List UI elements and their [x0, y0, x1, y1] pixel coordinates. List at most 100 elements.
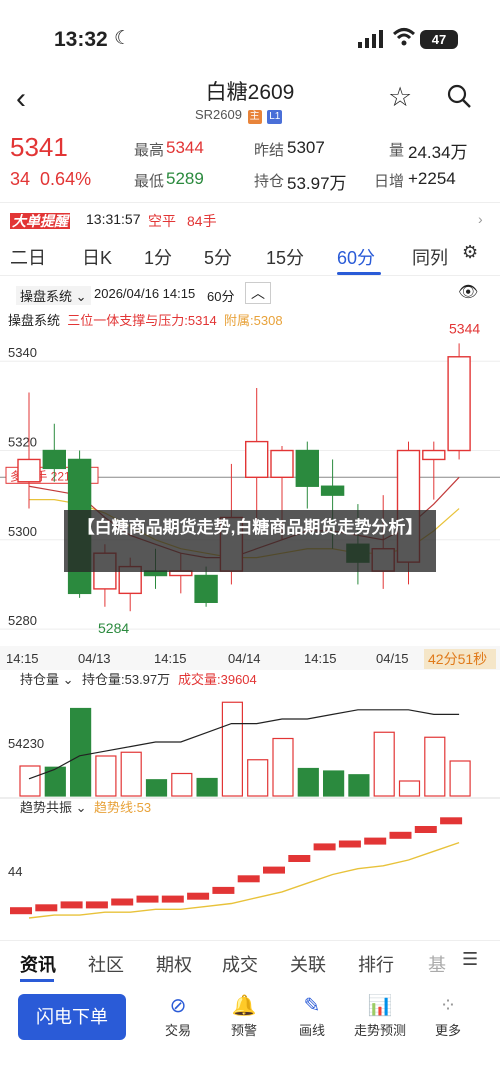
tab-more-partial[interactable]: 基 — [428, 951, 446, 977]
chevron-right-icon: › — [478, 211, 483, 227]
quote-panel: 5341 34 0.64% 最高 5344 最低 5289 昨结 5307 持仓… — [0, 126, 500, 202]
alert-qty: 84手 — [187, 213, 217, 229]
price-axis-label: 5280 — [8, 613, 37, 628]
tab-trades[interactable]: 成交 — [222, 951, 258, 977]
battery-icon: 47 — [420, 30, 458, 49]
volume-bar — [398, 780, 421, 797]
low-label: 最低 — [134, 173, 165, 190]
trade-icon: ⊘ — [169, 995, 187, 1017]
tab-15min[interactable]: 15分 — [266, 244, 304, 270]
menu-icon[interactable]: ☰ — [462, 949, 478, 970]
tab-daily-k[interactable]: 日K — [82, 244, 112, 270]
main-tag: 主 — [247, 110, 262, 124]
volume-bar — [95, 755, 117, 797]
trend-bar — [212, 886, 235, 894]
bottom-toolbar: 闪电下单 ⊘ 交易 🔔 预警 ✎ 画线 📊 走势预测 ⁘ 更多 — [0, 982, 500, 1086]
trend-bar — [187, 892, 210, 900]
volume-bar — [348, 774, 370, 797]
tab-community[interactable]: 社区 — [88, 951, 124, 977]
tab-news[interactable]: 资讯 — [20, 951, 56, 977]
trend-bar — [136, 895, 159, 903]
volume-bar — [196, 777, 218, 797]
big-order-alert[interactable]: 大单提醒 13:31:57 空平 84手 › — [0, 202, 500, 234]
draw-button[interactable]: ✎ 画线 — [282, 992, 342, 1039]
countdown-label: 42分51秒 — [428, 651, 487, 667]
pen-icon: ✎ — [303, 995, 321, 1017]
open-interest-label: 持仓 — [254, 173, 285, 190]
candle-body — [42, 449, 66, 470]
book-icon: 📊 — [367, 995, 393, 1017]
flash-order-button[interactable]: 闪电下单 — [18, 994, 126, 1040]
overlay-banner-text: 【白糖商品期货走势,白糖商品期货走势分析】 — [77, 518, 423, 537]
crosshair-date: 2026/04/16 14:15 — [94, 286, 196, 301]
tab-5min[interactable]: 5分 — [204, 244, 232, 270]
trend-bar — [313, 843, 336, 851]
trend-indicator-name: 趋势共振 ⌄ — [20, 800, 87, 815]
tab-1min[interactable]: 1分 — [144, 244, 172, 270]
contract-title: 白糖2609 — [205, 81, 295, 104]
search-icon[interactable] — [446, 83, 472, 109]
bottom-tabs: 资讯 社区 期权 成交 关联 排行 基 ☰ — [0, 940, 500, 982]
time-axis-label: 14:15 — [304, 651, 337, 666]
trend-bar — [111, 898, 134, 906]
low-price-label: 5284 — [98, 620, 129, 636]
trade-button[interactable]: ⊘ 交易 — [148, 992, 208, 1039]
trend-axis-label: 44 — [8, 864, 22, 879]
volume-bar — [120, 751, 142, 797]
trend-bar — [263, 866, 285, 874]
alert-logo-text: 大单提醒 — [10, 213, 70, 229]
candle-body — [422, 449, 446, 461]
alert-button[interactable]: 🔔 预警 — [214, 992, 274, 1039]
candle-body — [295, 449, 319, 487]
tab-related[interactable]: 关联 — [290, 951, 326, 977]
oi-value-label: 持仓量:53.97万 — [82, 672, 170, 687]
overlay-banner: 【白糖商品期货走势,白糖商品期货走势分析】 — [64, 510, 436, 572]
change-value: 34 — [10, 169, 31, 189]
trend-bar — [85, 901, 108, 909]
kline-chart[interactable]: 5340532053005280多13手 2210元5344528414:15 0… — [0, 300, 500, 940]
eye-icon[interactable]: 👁 — [458, 282, 478, 302]
trend-line-label: 趋势线:53 — [94, 800, 151, 815]
trend-bar — [60, 901, 83, 909]
price-change: 34 0.64% — [10, 169, 91, 190]
tab-same-column[interactable]: 同列 — [412, 244, 448, 270]
more-dots-icon: ⁘ — [439, 995, 457, 1017]
trend-bar — [237, 875, 260, 883]
trend-forecast-button[interactable]: 📊 走势预测 — [350, 992, 410, 1039]
time-axis-label: 04/15 — [376, 651, 409, 666]
tab-two-day[interactable]: 二日 — [10, 244, 46, 270]
tab-options[interactable]: 期权 — [156, 951, 192, 977]
tab-60min[interactable]: 60分 — [337, 244, 375, 270]
volume-bar — [272, 737, 294, 797]
high-price-label: 5344 — [449, 320, 480, 336]
change-percent: 0.64% — [40, 169, 92, 189]
volume-bar — [69, 707, 92, 797]
daily-change-value: +2254 — [408, 169, 456, 188]
volume-bar — [19, 765, 41, 797]
volume-value: 24.34万 — [408, 143, 468, 162]
volume-bar — [449, 760, 471, 797]
time-axis-label: 04/13 — [78, 651, 111, 666]
wifi-icon — [392, 27, 416, 53]
more-label: 更多 — [434, 1023, 461, 1038]
low-value: 5289 — [166, 169, 204, 188]
settings-icon[interactable]: ⚙ — [462, 242, 478, 263]
moon-icon: ☾ — [114, 28, 132, 49]
more-button[interactable]: ⁘ 更多 — [418, 992, 478, 1039]
trend-bar — [440, 817, 463, 825]
time-axis-label: 04/14 — [228, 651, 261, 666]
candle-body — [244, 440, 269, 479]
volume-bar — [221, 701, 243, 797]
trend-bar — [288, 855, 311, 862]
alert-label: 预警 — [230, 1023, 257, 1038]
time-axis-label: 14:15 — [6, 651, 39, 666]
price-axis-label: 5300 — [8, 524, 37, 539]
tab-ranking[interactable]: 排行 — [358, 951, 394, 977]
alert-time: 13:31:57 — [86, 211, 141, 227]
favorite-star-icon[interactable]: ☆ — [388, 82, 412, 113]
volume-value-label: 成交量:39604 — [178, 672, 257, 687]
trend-bar — [10, 907, 32, 915]
bell-icon: 🔔 — [231, 995, 257, 1017]
status-bar: 13:32 ☾ 47 — [0, 0, 500, 70]
contract-code: SR2609 — [195, 107, 242, 122]
